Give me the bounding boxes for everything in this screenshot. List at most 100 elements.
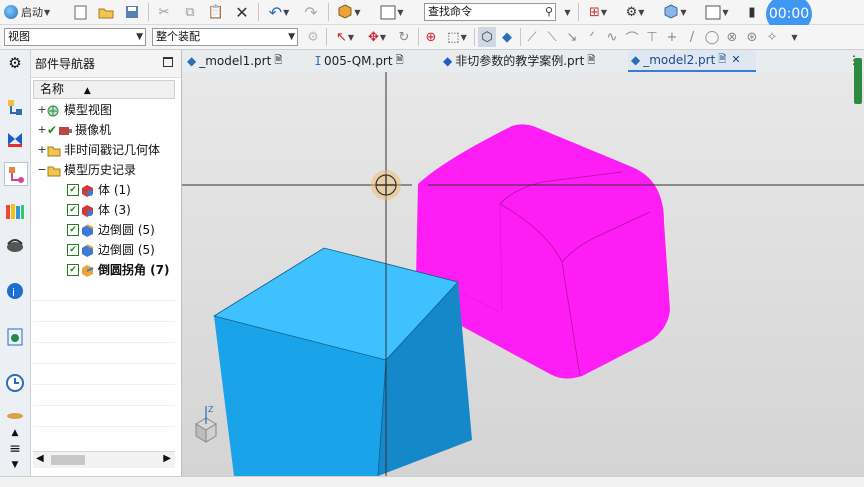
check-mark-icon[interactable]: ✔ (47, 120, 57, 140)
tab-005-qm[interactable]: ⵊ 005-QM.prt 🗎 (312, 50, 436, 72)
tab-model1[interactable]: ◆ _model1.prt 🗎 (184, 50, 310, 72)
scroll-left-icon[interactable]: ◀ (36, 453, 44, 464)
assembly-navigator-icon[interactable] (4, 96, 26, 118)
tab-model2[interactable]: ◆ _model2.prt 🗎 ✕ (628, 50, 756, 72)
window-icon[interactable]: ▼ (374, 2, 410, 22)
constraint-navigator-icon[interactable] (4, 128, 26, 150)
model-scene[interactable]: Z (182, 72, 864, 476)
command-search-input[interactable]: 查找命令 ⚲ (424, 3, 556, 21)
select-by-icon[interactable]: ✥ ▼ (364, 27, 390, 47)
snap-existing-point-icon[interactable]: + (664, 27, 680, 47)
snap-control-icon[interactable]: ↘ (564, 27, 580, 47)
tree-item-model-views[interactable]: + 模型视图 (37, 100, 112, 120)
modified-file-icon: 🗎 (274, 55, 283, 66)
tree-item-edge-blend-5a[interactable]: ✔ 边倒圆 (5) (67, 220, 155, 240)
modified-file-icon: 🗎 (395, 55, 404, 66)
clock-history-icon[interactable] (4, 372, 26, 394)
box-select-icon[interactable]: ⬡ (478, 27, 496, 47)
model-cube-icon[interactable]: ▼ (334, 2, 364, 22)
tab-teaching-case[interactable]: ◆ 非切参数的教学案例.prt 🗎 (440, 50, 626, 72)
snap-dropdown-icon[interactable]: ▼ (784, 27, 804, 47)
search-dropdown-icon[interactable]: ▼ (560, 2, 574, 22)
snap-bounded-icon[interactable]: ⊗ (724, 27, 740, 47)
web-browser-icon[interactable]: i (4, 280, 26, 302)
solid-body-icon[interactable]: ◆ (498, 27, 516, 47)
snap-point-icon[interactable]: ↖ ▼ (330, 27, 360, 47)
save-icon[interactable] (122, 2, 142, 22)
coordinate-triad: Z (195, 405, 217, 443)
blue-box-body[interactable] (212, 247, 472, 476)
type-filter-select[interactable]: 视图 ▼ (4, 28, 146, 46)
copy-icon[interactable]: ⧉ (180, 2, 200, 22)
reuse-library-icon[interactable] (4, 200, 26, 222)
resource-bar-scroll-down-icon[interactable]: ▼ (4, 454, 26, 476)
search-icon: ⚲ (544, 5, 553, 18)
visibility-checkbox[interactable]: ✔ (67, 224, 79, 236)
delete-icon[interactable]: ✕ (232, 2, 252, 22)
more-tools-icon[interactable]: ▮ (744, 2, 760, 22)
paste-icon[interactable]: 📋 (206, 2, 226, 22)
tree-item-body-1[interactable]: ✔ 体 (1) (67, 180, 131, 200)
corner-blend-icon (82, 264, 94, 277)
resource-bar-settings-icon[interactable]: ⚙ (4, 52, 26, 74)
snap-point-on-curve-icon[interactable]: / (684, 27, 700, 47)
navigator-empty-rows (33, 280, 175, 444)
navigator-horizontal-scrollbar[interactable]: ◀ ▶ (33, 451, 175, 468)
visibility-checkbox[interactable]: ✔ (67, 264, 79, 276)
visibility-checkbox[interactable]: ✔ (67, 204, 79, 216)
document-tab-bar: ◆ _model1.prt 🗎 ⵊ 005-QM.prt 🗎 ◆ 非切参数的教学… (182, 50, 864, 73)
part-file-icon: ◆ (631, 53, 641, 67)
filter-settings-icon[interactable]: ⚙ (304, 27, 322, 47)
snap-icon[interactable]: ⚙ ▼ (620, 2, 650, 22)
display-window-icon[interactable]: ▼ (700, 2, 734, 22)
selection-scope-select[interactable]: 整个装配 ▼ (152, 28, 298, 46)
tree-item-model-history[interactable]: − 模型历史记录 (37, 160, 136, 180)
expand-icon[interactable]: + (37, 120, 47, 140)
tree-item-body-3[interactable]: ✔ 体 (3) (67, 200, 131, 220)
snap-quadrant-icon[interactable]: ⊤ (644, 27, 660, 47)
shaded-view-icon[interactable]: ▼ (658, 2, 692, 22)
tree-item-cameras[interactable]: + ✔ 摄像机 (37, 120, 111, 140)
tree-item-non-timestamp-geometry[interactable]: + 非时间戳记几何体 (37, 140, 160, 160)
resource-bar: ⚙ i ▲ ≡ ▼ (0, 50, 31, 486)
snap-intersection-icon[interactable]: ᐟ (584, 27, 600, 47)
hd3d-tools-icon[interactable] (4, 234, 26, 256)
expand-icon[interactable]: + (37, 140, 47, 160)
visibility-checkbox[interactable]: ✔ (67, 244, 79, 256)
snap-arc-center-icon[interactable]: ∿ (604, 27, 620, 47)
cut-icon[interactable]: ✂ (154, 2, 174, 22)
rectangle-select-icon[interactable]: ⬚ ▼ (444, 27, 470, 47)
select-filter-icon[interactable]: ⊞ ▼ (584, 2, 612, 22)
visibility-checkbox[interactable]: ✔ (67, 184, 79, 196)
graphics-window[interactable]: Z (182, 72, 864, 476)
pin-icon[interactable] (163, 57, 173, 67)
close-tab-icon[interactable]: ✕ (731, 49, 740, 71)
tree-item-edge-blend-5b[interactable]: ✔ 边倒圆 (5) (67, 240, 155, 260)
expand-icon[interactable]: + (37, 100, 47, 120)
history-palette-icon[interactable] (4, 326, 26, 348)
snap-pole-icon[interactable]: ⊛ (744, 27, 760, 47)
open-folder-icon[interactable] (96, 2, 116, 22)
new-file-icon[interactable] (70, 2, 90, 22)
tree-item-corner-setback[interactable]: ✔ 倒圆拐角 (7) (67, 260, 170, 280)
navigator-column-header[interactable]: 名称 ▲ (33, 80, 175, 99)
snap-tangent-icon[interactable]: ⌒ (624, 27, 640, 47)
start-label: 启动 (21, 6, 43, 19)
scrollbar-thumb[interactable] (51, 455, 85, 465)
body-feature-icon (82, 204, 93, 217)
start-menu-button[interactable]: 启动 ▼ (4, 2, 64, 22)
snap-misc-icon[interactable]: ✧ (764, 27, 780, 47)
undo-icon[interactable]: ↶ ▼ (264, 2, 294, 22)
center-point-icon[interactable]: ⊕ (422, 27, 440, 47)
collapse-icon[interactable]: − (37, 160, 47, 180)
svg-text:i: i (12, 286, 15, 299)
modified-file-icon: 🗎 (587, 55, 596, 66)
redo-icon[interactable]: ↷ (300, 2, 322, 22)
snap-surface-icon[interactable]: ◯ (704, 27, 720, 47)
part-navigator-icon[interactable] (4, 162, 28, 186)
snap-midpoint-icon[interactable]: ⟍ (544, 27, 560, 47)
svg-text:Z: Z (208, 405, 214, 414)
scroll-right-icon[interactable]: ▶ (163, 453, 171, 464)
snap-endpoint-icon[interactable]: ⟋ (524, 27, 540, 47)
deselect-icon[interactable]: ↻ (394, 27, 414, 47)
